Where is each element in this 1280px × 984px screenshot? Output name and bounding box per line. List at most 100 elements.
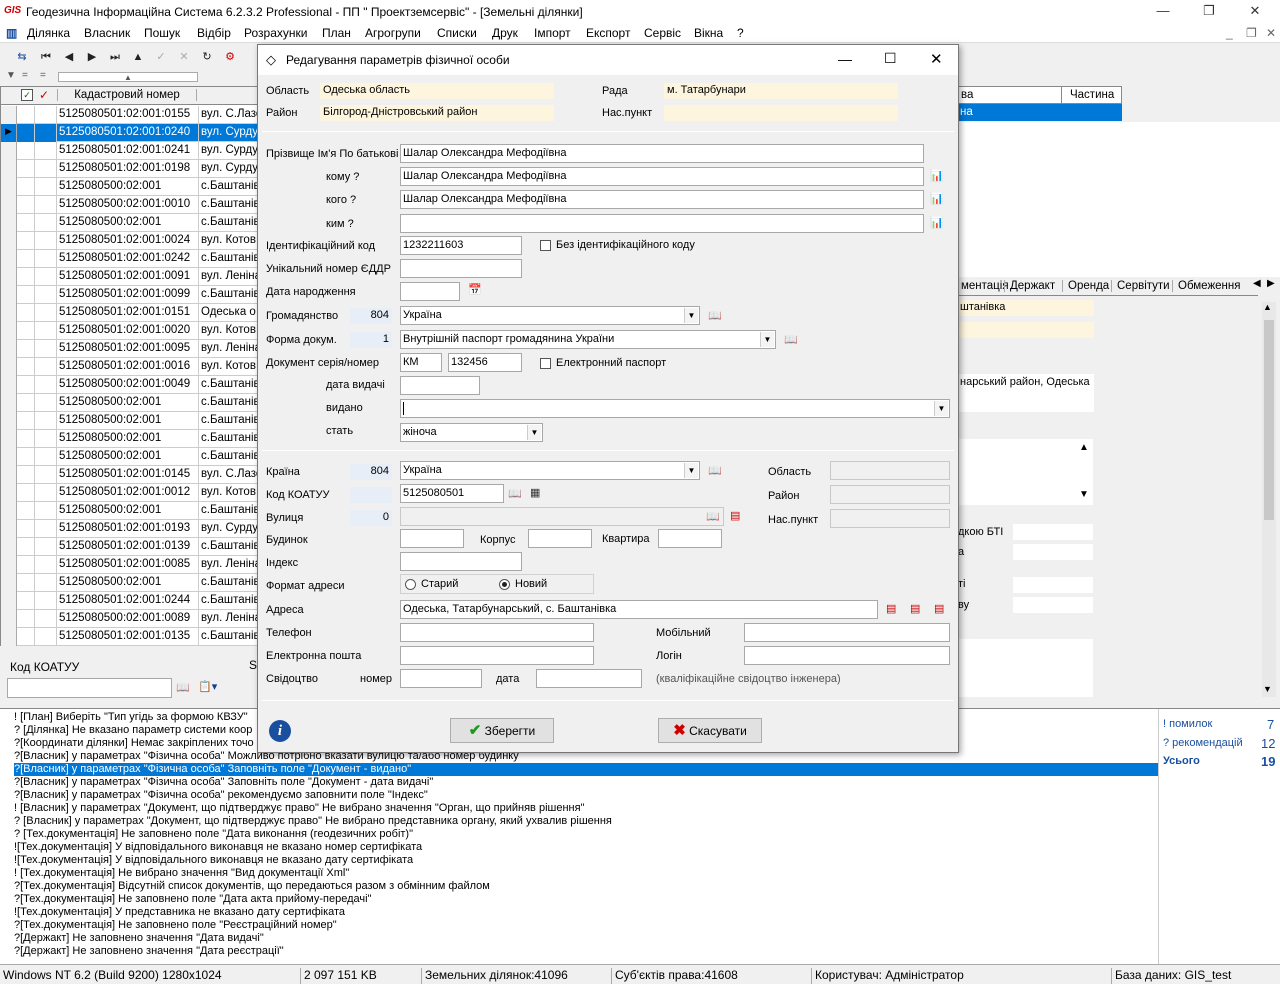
message-item[interactable]: ! [Тех.документація] Не вибрано значення… bbox=[14, 867, 349, 880]
table-row[interactable]: 5125080501:02:001:0198 вул. Сурдул bbox=[1, 160, 259, 178]
message-item[interactable]: ! [Власник] у параметрах "Документ, що п… bbox=[14, 802, 584, 815]
country-select[interactable]: Україна ▼ bbox=[400, 461, 700, 480]
idcode-input[interactable]: 1232211603 bbox=[400, 236, 522, 255]
table-row[interactable]: 5125080500:02:001 с.Баштанів bbox=[1, 412, 259, 430]
email-input[interactable] bbox=[400, 646, 594, 665]
doc-number-input[interactable]: 132456 bbox=[448, 353, 522, 372]
delete-icon[interactable]: ✕ bbox=[176, 49, 192, 65]
no-id-checkbox[interactable] bbox=[540, 240, 551, 251]
koatuu-input[interactable]: 5125080501 bbox=[400, 484, 504, 503]
koatuu-book-icon[interactable]: 📖 bbox=[508, 487, 522, 500]
pib-input[interactable]: Шалар Олександра Мефодіївна bbox=[400, 144, 924, 163]
menu-poshuk[interactable]: Пошук bbox=[144, 26, 180, 40]
next-record-icon[interactable]: ▶ bbox=[84, 49, 100, 65]
last-record-icon[interactable]: ⏭ bbox=[107, 49, 123, 65]
table-row[interactable]: 5125080501:02:001:0099 с.Баштанів bbox=[1, 286, 259, 304]
memo-scroll-up-icon[interactable]: ▲ bbox=[1079, 442, 1089, 453]
message-item[interactable]: ? [Тех.документація] Не заповнено поле "… bbox=[14, 828, 413, 841]
right-input-ti[interactable] bbox=[1013, 577, 1093, 593]
row-check-cell[interactable] bbox=[17, 484, 35, 502]
country-book-icon[interactable]: 📖 bbox=[708, 464, 722, 477]
mdi-close-icon[interactable]: ✕ bbox=[1266, 26, 1276, 40]
street-clear-icon[interactable]: ▤ bbox=[730, 509, 740, 522]
message-item[interactable]: ![Тех.документація] У відповідального ви… bbox=[14, 841, 422, 854]
row-check-cell[interactable] bbox=[17, 196, 35, 214]
epass-checkbox[interactable] bbox=[540, 358, 551, 369]
sort-up-icon[interactable]: ▲ bbox=[58, 72, 198, 82]
mdi-restore-icon[interactable]: ❐ bbox=[1246, 26, 1257, 40]
table-row[interactable]: ▶ 5125080501:02:001:0240 вул. Сурдул bbox=[1, 124, 259, 142]
street-book-icon[interactable]: 📖 bbox=[706, 510, 720, 523]
menu-ahrohrupy[interactable]: Агрогрупи bbox=[365, 26, 421, 40]
tab-orenda[interactable]: Оренда bbox=[1062, 280, 1114, 292]
dialog-maximize-icon[interactable]: ☐ bbox=[884, 50, 897, 67]
street-input[interactable] bbox=[400, 507, 724, 526]
right-col-chastyna[interactable]: Частина bbox=[1061, 87, 1122, 104]
row-check-cell[interactable] bbox=[17, 610, 35, 628]
first-record-icon[interactable]: ⏮ bbox=[38, 49, 54, 65]
address-tool2-icon[interactable]: ▤ bbox=[910, 602, 920, 615]
info-icon[interactable]: i bbox=[269, 720, 291, 742]
citizen-dropdown-icon[interactable]: ▼ bbox=[684, 308, 698, 323]
kvartyra-input[interactable] bbox=[658, 529, 722, 548]
citizen-book-icon[interactable]: 📖 bbox=[708, 309, 722, 322]
filter-icon[interactable]: ⇆ bbox=[14, 49, 30, 65]
tab-scroll-right-icon[interactable]: ▶ bbox=[1267, 278, 1275, 289]
scroll-thumb[interactable] bbox=[1264, 320, 1274, 520]
country-dropdown-icon[interactable]: ▼ bbox=[684, 463, 698, 478]
citizen-select[interactable]: Україна ▼ bbox=[400, 306, 700, 325]
menu-spysky[interactable]: Списки bbox=[437, 26, 477, 40]
table-row[interactable]: 5125080501:02:001:0135 с.Баштанів bbox=[1, 628, 259, 646]
table-row[interactable]: 5125080500:02:001 с.Баштанів bbox=[1, 430, 259, 448]
sort-down-icon[interactable]: ▼ bbox=[6, 70, 16, 81]
message-item[interactable]: ?[Координати ділянки] Немає закріплених … bbox=[14, 737, 254, 750]
calendar-icon[interactable]: 📅 bbox=[468, 283, 482, 296]
mobile-input[interactable] bbox=[744, 623, 950, 642]
row-check-cell[interactable] bbox=[17, 250, 35, 268]
message-item[interactable]: ! [План] Виберіть "Тип угідь за формою К… bbox=[14, 711, 248, 724]
tool-icon[interactable]: ⚙ bbox=[222, 49, 238, 65]
tab-scroll-left-icon[interactable]: ◀ bbox=[1253, 278, 1261, 289]
table-row[interactable]: 5125080500:02:001 с.Баштанів bbox=[1, 178, 259, 196]
komu-input[interactable]: Шалар Олександра Мефодіївна bbox=[400, 167, 924, 186]
row-check-cell[interactable] bbox=[17, 322, 35, 340]
edit-icon[interactable]: ✓ bbox=[153, 49, 169, 65]
row-check-cell[interactable] bbox=[17, 556, 35, 574]
row-check-cell[interactable] bbox=[17, 340, 35, 358]
row-check-cell[interactable] bbox=[17, 358, 35, 376]
scroll-up-icon[interactable]: ▲ bbox=[1263, 302, 1272, 312]
message-item[interactable]: ![Тех.документація] У відповідального ви… bbox=[14, 854, 413, 867]
message-item[interactable]: ?[Держакт] Не заповнено значення "Дата р… bbox=[14, 945, 284, 958]
right-input-bti[interactable] bbox=[1013, 524, 1093, 540]
doctype-select[interactable]: Внутрішній паспорт громадянина України ▼ bbox=[400, 330, 776, 349]
right-input-vu[interactable] bbox=[1013, 597, 1093, 613]
row-check-cell[interactable] bbox=[17, 430, 35, 448]
table-row[interactable]: 5125080501:02:001:0145 вул. С.Лазо bbox=[1, 466, 259, 484]
right-grid-selected-row[interactable]: на bbox=[958, 104, 1122, 121]
koho-input[interactable]: Шалар Олександра Мефодіївна bbox=[400, 190, 924, 209]
row-check-cell[interactable] bbox=[17, 412, 35, 430]
menu-vlasnyk[interactable]: Власник bbox=[84, 26, 130, 40]
memo-scroll-down-icon[interactable]: ▼ bbox=[1079, 489, 1089, 500]
book-icon[interactable]: 📖 bbox=[176, 681, 190, 694]
korpus-input[interactable] bbox=[528, 529, 592, 548]
table-row[interactable]: 5125080501:02:001:0139 с.Баштанів bbox=[1, 538, 259, 556]
house-input[interactable] bbox=[400, 529, 464, 548]
tab-derzhakt[interactable]: Держакт bbox=[1004, 280, 1060, 292]
table-row[interactable]: 5125080501:02:001:0024 вул. Котов bbox=[1, 232, 259, 250]
table-row[interactable]: 5125080501:02:001:0241 вул. Сурдул bbox=[1, 142, 259, 160]
table-row[interactable]: 5125080501:02:001:0095 вул. Леніна bbox=[1, 340, 259, 358]
format-new-radio[interactable] bbox=[499, 579, 510, 590]
sex-select[interactable]: жіноча ▼ bbox=[400, 423, 543, 442]
row-check-cell[interactable] bbox=[17, 124, 35, 142]
table-row[interactable]: 5125080501:02:001:0155 вул. С.Лазо bbox=[1, 106, 259, 124]
table-row[interactable]: 5125080500:02:001 с.Баштанів bbox=[1, 448, 259, 466]
check-all-icon[interactable]: ✓ bbox=[21, 89, 33, 101]
row-check-cell[interactable] bbox=[17, 232, 35, 250]
table-row[interactable]: 5125080500:02:001:0049 с.Баштанів bbox=[1, 376, 259, 394]
col-cadastral[interactable]: Кадастровий номер bbox=[57, 89, 197, 101]
menu-rozrakhunky[interactable]: Розрахунки bbox=[244, 26, 307, 40]
tab-obmezhennya[interactable]: Обмеження bbox=[1172, 280, 1245, 292]
message-item[interactable]: ?[Тех.документація] Відсутній список док… bbox=[14, 880, 490, 893]
row-check-cell[interactable] bbox=[17, 592, 35, 610]
